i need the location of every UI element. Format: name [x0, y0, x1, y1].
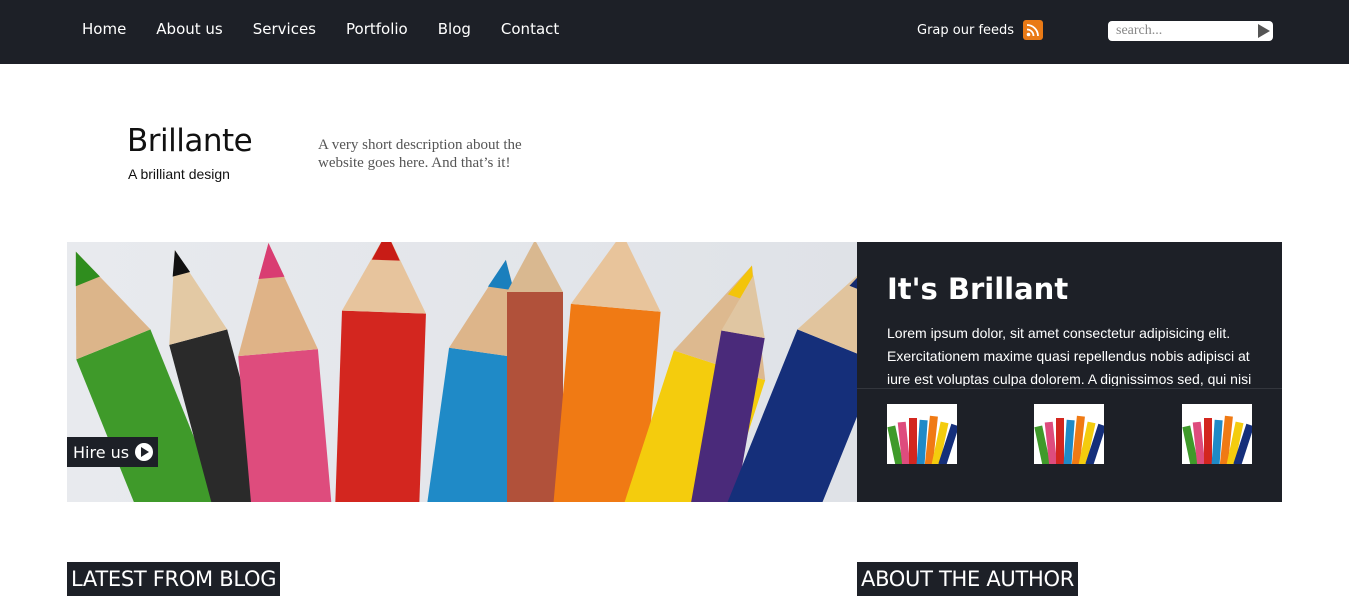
site-title: Brillante [127, 123, 253, 159]
hire-us-button[interactable]: Hire us [67, 437, 159, 467]
hero-image-colored-pencils [67, 242, 857, 502]
thumbnail-pencils-3[interactable] [1182, 404, 1252, 464]
site-description: A very short description about the websi… [318, 137, 522, 171]
latest-blog-heading: LATEST FROM BLOG [67, 562, 281, 596]
nav-home[interactable]: Home [82, 20, 126, 38]
hire-us-label: Hire us [73, 442, 130, 462]
search-box [1108, 21, 1273, 41]
nav-blog[interactable]: Blog [438, 20, 471, 38]
search-input[interactable] [1108, 22, 1246, 40]
play-circle-icon [135, 443, 154, 461]
thumbnail-pencils-2[interactable] [1034, 404, 1104, 464]
search-submit-icon[interactable] [1254, 22, 1272, 40]
main-nav: Home About us Services Portfolio Blog Co… [82, 20, 589, 38]
feeds-label: Grap our feeds [917, 22, 1015, 38]
panel-title: It's Brillant [887, 272, 1069, 306]
site-tagline: A brilliant design [128, 166, 230, 182]
thumbnail-pencils-1[interactable] [887, 404, 957, 464]
nav-services[interactable]: Services [253, 20, 316, 38]
nav-contact[interactable]: Contact [501, 20, 559, 38]
panel-divider [857, 388, 1282, 389]
nav-portfolio[interactable]: Portfolio [346, 20, 408, 38]
nav-about-us[interactable]: About us [156, 20, 222, 38]
about-author-heading: ABOUT THE AUTHOR [857, 562, 1079, 596]
top-navigation-bar: Home About us Services Portfolio Blog Co… [0, 0, 1349, 64]
feeds-link[interactable]: Grap our feeds [917, 20, 1044, 40]
panel-text: Lorem ipsum dolor, sit amet consectetur … [887, 325, 1252, 386]
rss-icon[interactable] [1023, 20, 1044, 40]
featured-panel: It's Brillant Lorem ipsum dolor, sit ame… [857, 242, 1282, 502]
